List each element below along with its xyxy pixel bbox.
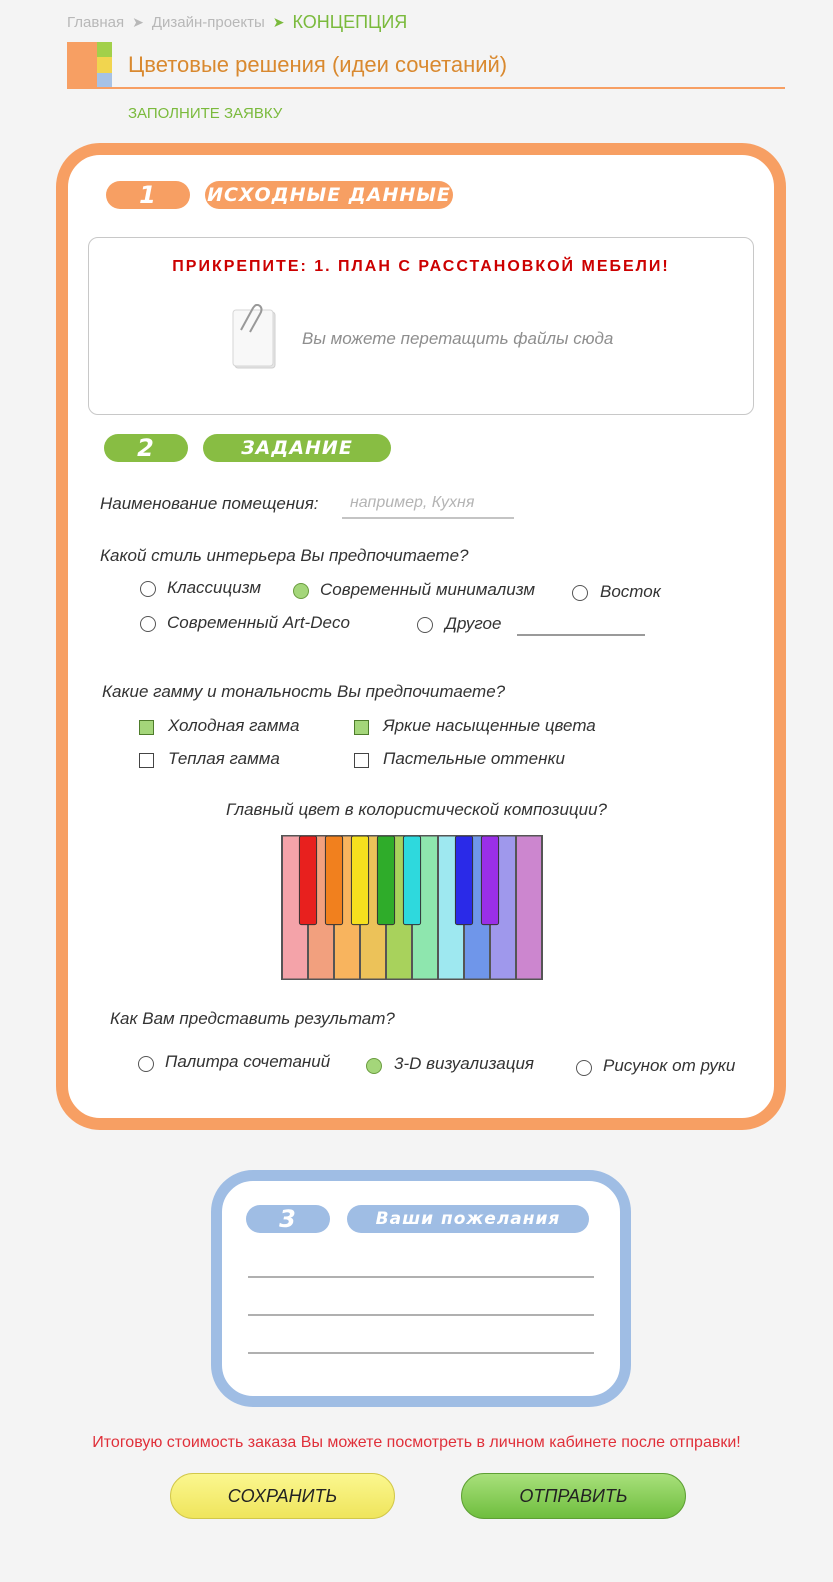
tone-option-pastel[interactable]: Пастельные оттенки xyxy=(383,749,565,769)
tone-option-bright[interactable]: Яркие насыщенные цвета xyxy=(383,716,596,736)
title-color-blocks-icon xyxy=(67,42,112,89)
result-question: Как Вам представить результат? xyxy=(110,1009,395,1028)
room-name-label: Наименование помещения: xyxy=(100,494,319,513)
upload-hint: Вы можете перетащить файлы сюда xyxy=(302,329,614,348)
piano-black-key[interactable] xyxy=(350,835,370,926)
style-radio-east[interactable] xyxy=(572,585,588,601)
wish-input-line-2[interactable] xyxy=(248,1314,594,1316)
tone-checkbox-pastel[interactable] xyxy=(354,753,369,768)
section-3-number: 3 xyxy=(246,1205,330,1233)
piano-keys[interactable] xyxy=(282,835,542,980)
breadcrumb-home-link[interactable]: Главная xyxy=(67,14,124,31)
result-option-sketch[interactable]: Рисунок от руки xyxy=(603,1056,735,1076)
style-radio-other[interactable] xyxy=(417,617,433,633)
piano-black-key[interactable] xyxy=(298,835,318,926)
send-button[interactable]: ОТПРАВИТЬ xyxy=(461,1473,686,1519)
main-color-question: Главный цвет в колористической композици… xyxy=(225,800,607,819)
price-notice: Итоговую стоимость заказа Вы можете посм… xyxy=(92,1434,741,1451)
breadcrumb: Главная ➤ Дизайн-проекты ➤ КОНЦЕПЦИЯ xyxy=(67,12,407,33)
piano-black-key[interactable] xyxy=(402,835,422,926)
save-button[interactable]: СОХРАНИТЬ xyxy=(170,1473,395,1519)
style-radio-classicism[interactable] xyxy=(140,581,156,597)
wish-input-line-1[interactable] xyxy=(248,1276,594,1278)
breadcrumb-projects-link[interactable]: Дизайн-проекты xyxy=(152,14,265,31)
result-option-palette[interactable]: Палитра сочетаний xyxy=(165,1052,330,1072)
title-divider xyxy=(67,87,785,89)
tone-question: Какие гамму и тональность Вы предпочитае… xyxy=(102,682,506,701)
tone-checkbox-cold[interactable] xyxy=(139,720,154,735)
piano-black-key[interactable] xyxy=(324,835,344,926)
style-option-east[interactable]: Восток xyxy=(600,582,661,602)
fill-request-link[interactable]: ЗАПОЛНИТЕ ЗАЯВКУ xyxy=(128,105,282,122)
tone-option-warm[interactable]: Теплая гамма xyxy=(168,749,280,769)
breadcrumb-arrow-icon: ➤ xyxy=(132,14,144,30)
style-radio-minimalism[interactable] xyxy=(293,583,309,599)
style-option-minimalism[interactable]: Современный минимализм xyxy=(320,580,535,600)
piano-black-key[interactable] xyxy=(454,835,474,926)
section-2-number: 2 xyxy=(104,434,188,462)
tone-option-cold[interactable]: Холодная гамма xyxy=(168,716,300,736)
breadcrumb-arrow-icon: ➤ xyxy=(272,14,285,30)
other-style-input[interactable] xyxy=(517,634,645,636)
result-radio-palette[interactable] xyxy=(138,1056,154,1072)
room-name-input[interactable] xyxy=(342,489,514,519)
style-option-classicism[interactable]: Классицизм xyxy=(167,578,261,598)
result-option-3d[interactable]: 3-D визуализация xyxy=(394,1054,534,1074)
piano-black-key[interactable] xyxy=(480,835,500,926)
section-2-label: Задание xyxy=(203,434,391,462)
result-radio-3d[interactable] xyxy=(366,1058,382,1074)
tone-checkbox-bright[interactable] xyxy=(354,720,369,735)
wish-input-line-3[interactable] xyxy=(248,1352,594,1354)
color-piano-picker[interactable] xyxy=(281,835,543,980)
style-question: Какой стиль интерьера Вы предпочитаете? xyxy=(100,546,469,565)
style-option-artdeco[interactable]: Современный Art-Deco xyxy=(167,613,350,633)
section-1-label: Исходные данные xyxy=(205,181,453,209)
result-radio-sketch[interactable] xyxy=(576,1060,592,1076)
page-title: Цветовые решения (идеи сочетаний) xyxy=(128,52,508,77)
style-option-other[interactable]: Другое xyxy=(445,614,501,634)
paperclip-document-icon[interactable] xyxy=(229,303,279,372)
breadcrumb-current: КОНЦЕПЦИЯ xyxy=(292,12,408,32)
piano-white-key[interactable] xyxy=(516,835,542,980)
section-1-number: 1 xyxy=(106,181,190,209)
tone-checkbox-warm[interactable] xyxy=(139,753,154,768)
piano-black-key[interactable] xyxy=(376,835,396,926)
style-radio-artdeco[interactable] xyxy=(140,616,156,632)
section-3-label: Ваши пожелания xyxy=(347,1205,589,1233)
upload-title: ПРИКРЕПИТЕ: 1. ПЛАН С РАССТАНОВКОЙ МЕБЕЛ… xyxy=(172,258,670,275)
